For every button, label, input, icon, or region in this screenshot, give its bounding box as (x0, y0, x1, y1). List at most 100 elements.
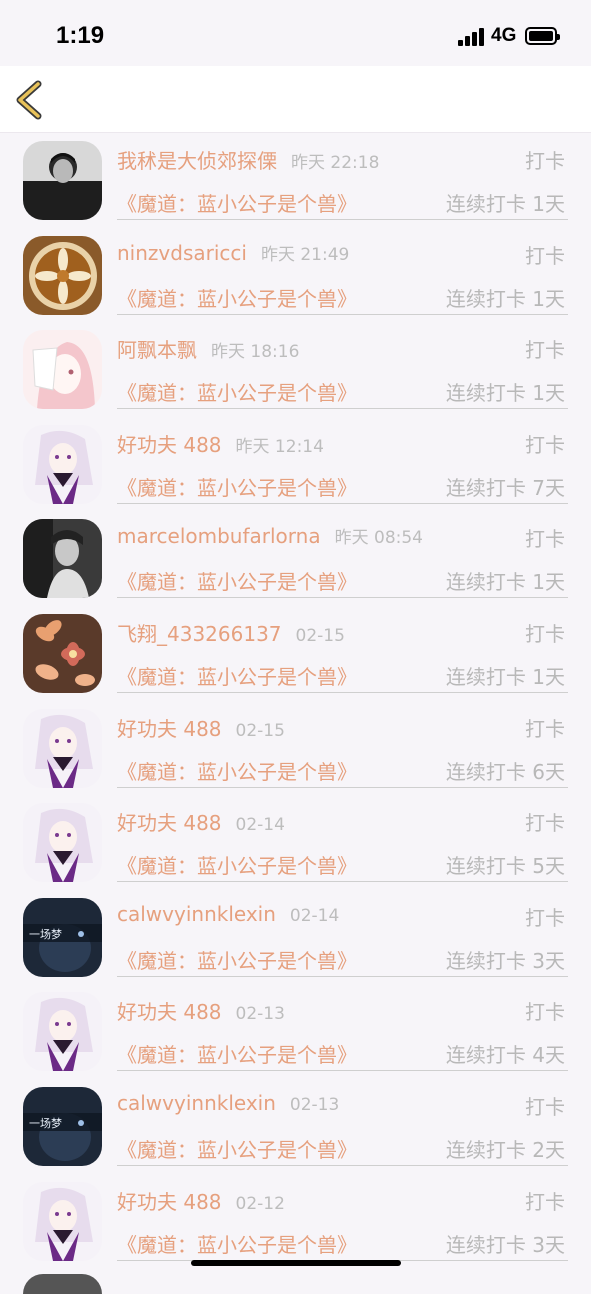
back-button[interactable] (12, 78, 52, 122)
avatar[interactable] (23, 235, 102, 315)
avatar (23, 1274, 102, 1294)
username[interactable]: 好功夫 488 02-14 (117, 807, 285, 836)
book-title-link[interactable]: 《魔道：蓝小公子是个兽》 (117, 566, 357, 595)
username-text[interactable]: 好功夫 488 (117, 717, 222, 741)
signal-icon (458, 28, 486, 46)
checkin-label: 打卡 (525, 243, 565, 268)
checkin-label: 打卡 (525, 905, 565, 930)
streak-text: 连续打卡 3天 (445, 1232, 565, 1257)
avatar[interactable] (23, 992, 102, 1072)
checkin-label: 打卡 (525, 1000, 565, 1025)
book-title-link[interactable]: 《魔道：蓝小公子是个兽》 (117, 377, 357, 406)
streak-text: 连续打卡 1天 (445, 192, 565, 216)
username-text[interactable]: 好功夫 488 (117, 811, 222, 835)
checkin-label: 打卡 (525, 1189, 565, 1214)
avatar[interactable] (23, 708, 102, 788)
status-time: 1:19 (56, 22, 105, 49)
book-title-link[interactable]: 《魔道：蓝小公子是个兽》 (117, 661, 357, 690)
list-item[interactable]: 好功夫 488 02-13 打卡 《魔道：蓝小公子是个兽》 连续打卡 4天 (0, 984, 591, 1079)
username[interactable]: calwvyinnklexin 02-13 (117, 1091, 339, 1115)
avatar[interactable] (23, 141, 102, 220)
username-text[interactable]: calwvyinnklexin (117, 1091, 276, 1115)
username-text[interactable]: calwvyinnklexin (117, 902, 276, 926)
book-title-link[interactable]: 《魔道：蓝小公子是个兽》 (117, 1229, 357, 1258)
streak-text: 连续打卡 6天 (445, 759, 565, 784)
username-text[interactable]: 阿飘本飘 (117, 338, 197, 362)
list-item[interactable]: 好功夫 488 02-14 打卡 《魔道：蓝小公子是个兽》 连续打卡 5天 (0, 795, 591, 890)
username-text[interactable]: 飞翔_433266137 (117, 622, 282, 646)
list-item[interactable]: marcelombufarlorna 昨天 08:54 打卡 《魔道：蓝小公子是个… (0, 511, 591, 606)
timestamp: 02-15 (235, 720, 285, 741)
avatar[interactable] (23, 424, 102, 504)
checkin-list[interactable]: 我秫是大侦郊探傈 昨天 22:18 打卡 《魔道：蓝小公子是个兽》 连续打卡 1天… (0, 133, 591, 1280)
book-title-link[interactable]: 《魔道：蓝小公子是个兽》 (117, 1134, 357, 1163)
streak-text: 连续打卡 4天 (445, 1043, 565, 1068)
streak-text: 连续打卡 7天 (445, 475, 565, 500)
list-item[interactable]: 一场梦 calwvyinnklexin 02-14 打卡 《魔道：蓝小公子是个兽》… (0, 890, 591, 985)
username[interactable]: 好功夫 488 02-15 (117, 713, 285, 742)
status-bar: 1:19 4G (0, 0, 591, 66)
username[interactable]: calwvyinnklexin 02-14 (117, 902, 339, 926)
username[interactable]: 好功夫 488 02-12 (117, 1186, 285, 1215)
streak-text: 连续打卡 1天 (445, 664, 565, 689)
avatar[interactable] (23, 803, 102, 883)
avatar[interactable] (23, 613, 102, 693)
chevron-left-icon (16, 80, 42, 120)
avatar[interactable] (23, 519, 102, 599)
checkin-label: 打卡 (525, 716, 565, 741)
username[interactable]: marcelombufarlorna 昨天 08:54 (117, 523, 423, 548)
book-title-link[interactable]: 《魔道：蓝小公子是个兽》 (117, 756, 357, 785)
timestamp: 昨天 18:16 (211, 342, 300, 363)
nav-bar (0, 66, 591, 133)
checkin-label: 打卡 (525, 338, 565, 363)
book-title-link[interactable]: 《魔道：蓝小公子是个兽》 (117, 188, 357, 217)
timestamp: 02-12 (235, 1193, 285, 1214)
divider (117, 881, 568, 883)
username-text[interactable]: 好功夫 488 (117, 433, 222, 457)
username[interactable]: 我秫是大侦郊探傈 昨天 22:18 (117, 145, 379, 174)
avatar[interactable] (23, 330, 102, 410)
book-title-link[interactable]: 《魔道：蓝小公子是个兽》 (117, 472, 357, 501)
username-text[interactable]: marcelombufarlorna (117, 524, 321, 548)
list-item[interactable]: 好功夫 488 昨天 12:14 打卡 《魔道：蓝小公子是个兽》 连续打卡 7天 (0, 417, 591, 512)
list-item[interactable]: ninzvdsaricci 昨天 21:49 打卡 《魔道：蓝小公子是个兽》 连续… (0, 228, 591, 323)
username-text[interactable]: ninzvdsaricci (117, 241, 247, 265)
checkin-label: 打卡 (525, 811, 565, 836)
list-item[interactable]: 阿飘本飘 昨天 18:16 打卡 《魔道：蓝小公子是个兽》 连续打卡 1天 (0, 322, 591, 417)
list-item[interactable]: 好功夫 488 02-12 打卡 《魔道：蓝小公子是个兽》 连续打卡 3天 (0, 1174, 591, 1269)
list-item[interactable]: 好功夫 488 02-15 打卡 《魔道：蓝小公子是个兽》 连续打卡 6天 (0, 701, 591, 796)
checkin-label: 打卡 (525, 621, 565, 646)
home-indicator (191, 1260, 401, 1266)
username-text[interactable]: 好功夫 488 (117, 1000, 222, 1024)
username-text[interactable]: 好功夫 488 (117, 1190, 222, 1214)
book-title-link[interactable]: 《魔道：蓝小公子是个兽》 (117, 1039, 357, 1068)
checkin-label: 打卡 (525, 1094, 565, 1119)
username[interactable]: 飞翔_433266137 02-15 (117, 618, 345, 647)
timestamp: 昨天 12:14 (235, 436, 324, 457)
username[interactable]: ninzvdsaricci 昨天 21:49 (117, 240, 349, 265)
book-title-link[interactable]: 《魔道：蓝小公子是个兽》 (117, 283, 357, 312)
username[interactable]: 好功夫 488 昨天 12:14 (117, 429, 324, 458)
battery-icon (525, 27, 560, 45)
divider (117, 975, 568, 977)
timestamp: 昨天 21:49 (260, 244, 350, 265)
divider (117, 502, 568, 504)
streak-text: 连续打卡 3天 (445, 948, 565, 973)
list-item[interactable]: 一场梦 calwvyinnklexin 02-13 打卡 《魔道：蓝小公子是个兽》… (0, 1079, 591, 1174)
avatar[interactable]: 一场梦 (23, 897, 102, 977)
divider (117, 219, 568, 220)
timestamp: 昨天 22:18 (291, 153, 380, 173)
divider (117, 1164, 568, 1166)
username[interactable]: 好功夫 488 02-13 (117, 996, 285, 1025)
book-title-link[interactable]: 《魔道：蓝小公子是个兽》 (117, 945, 357, 974)
timestamp: 02-15 (295, 625, 345, 646)
book-title-link[interactable]: 《魔道：蓝小公子是个兽》 (117, 850, 357, 879)
username-text[interactable]: 我秫是大侦郊探傈 (117, 149, 277, 173)
list-item[interactable]: 飞翔_433266137 02-15 打卡 《魔道：蓝小公子是个兽》 连续打卡 1… (0, 606, 591, 701)
list-item[interactable]: 我秫是大侦郊探傈 昨天 22:18 打卡 《魔道：蓝小公子是个兽》 连续打卡 1天 (0, 133, 591, 228)
avatar[interactable]: 一场梦 (23, 1086, 102, 1166)
svg-text:一场梦: 一场梦 (29, 927, 62, 941)
username[interactable]: 阿飘本飘 昨天 18:16 (117, 334, 299, 363)
network-label: 4G (491, 25, 517, 46)
avatar[interactable] (23, 1181, 102, 1261)
